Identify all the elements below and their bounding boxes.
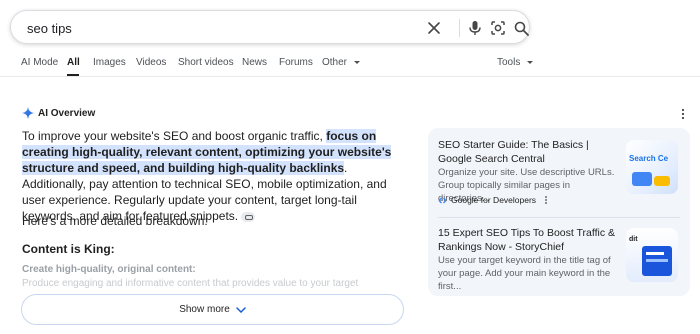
tab-all[interactable]: All <box>67 57 80 68</box>
tab-short-videos[interactable]: Short videos <box>178 57 234 68</box>
show-more-button[interactable]: Show more <box>21 294 404 325</box>
search-tabs: AI Mode All Images Videos Short videos N… <box>0 52 700 76</box>
tools-button[interactable]: Tools <box>497 57 534 68</box>
more-options-icon[interactable] <box>544 195 548 205</box>
thumbnail-text-2: dit <box>629 236 638 243</box>
tab-ai-mode[interactable]: AI Mode <box>21 57 58 68</box>
section-heading: Content is King: <box>22 242 115 256</box>
tab-other-label: Other <box>322 57 348 68</box>
faded-text: Produce engaging and informative content… <box>22 278 359 289</box>
source-title-2[interactable]: 15 Expert SEO Tips To Boost Traffic & Ra… <box>438 226 618 254</box>
tab-forums[interactable]: Forums <box>279 57 313 68</box>
sources-panel: SEO Starter Guide: The Basics | Google S… <box>428 128 690 296</box>
breakdown-text: Here's a more detailed breakdown: <box>22 214 208 228</box>
chevron-down-icon <box>236 306 246 313</box>
google-developers-icon <box>438 197 447 203</box>
search-input[interactable] <box>27 19 407 37</box>
search-bar[interactable] <box>10 10 530 44</box>
thumbnail-text-1: Search Ce <box>629 154 669 163</box>
tabs-divider <box>0 76 700 77</box>
caret-down-icon <box>353 60 360 64</box>
tab-videos[interactable]: Videos <box>136 57 166 68</box>
microphone-icon[interactable] <box>466 19 484 37</box>
show-more-label: Show more <box>179 304 230 315</box>
caret-down-icon <box>527 60 534 64</box>
source-thumbnail-1[interactable]: Search Ce <box>626 140 678 194</box>
tools-label: Tools <box>497 57 521 68</box>
sparkle-icon <box>22 107 34 119</box>
source-snippet-2: Use your target keyword in the title tag… <box>438 255 611 292</box>
tab-other[interactable]: Other <box>322 57 360 68</box>
section-subheading: Create high-quality, original content: <box>22 264 196 275</box>
source-thumbnail-2[interactable]: dit <box>626 228 678 282</box>
link-icon[interactable] <box>241 211 256 222</box>
search-icon[interactable] <box>512 19 530 37</box>
summary-intro: To improve your website's SEO and boost … <box>22 129 327 143</box>
tab-news[interactable]: News <box>242 57 267 68</box>
source-name-1: Google for Developers <box>451 195 537 205</box>
source-attribution-1: Google for Developers <box>438 194 548 206</box>
ai-overview-label: AI Overview <box>38 107 96 119</box>
ai-overview-header: AI Overview <box>22 106 95 120</box>
tab-images[interactable]: Images <box>93 57 126 68</box>
ai-overview-summary: To improve your website's SEO and boost … <box>22 128 410 224</box>
source-title-1[interactable]: SEO Starter Guide: The Basics | Google S… <box>438 138 618 166</box>
clear-icon[interactable] <box>425 19 443 37</box>
search-divider <box>459 19 460 37</box>
camera-lens-icon[interactable] <box>489 19 507 37</box>
more-options-icon[interactable] <box>678 107 688 120</box>
source-divider <box>438 217 680 218</box>
